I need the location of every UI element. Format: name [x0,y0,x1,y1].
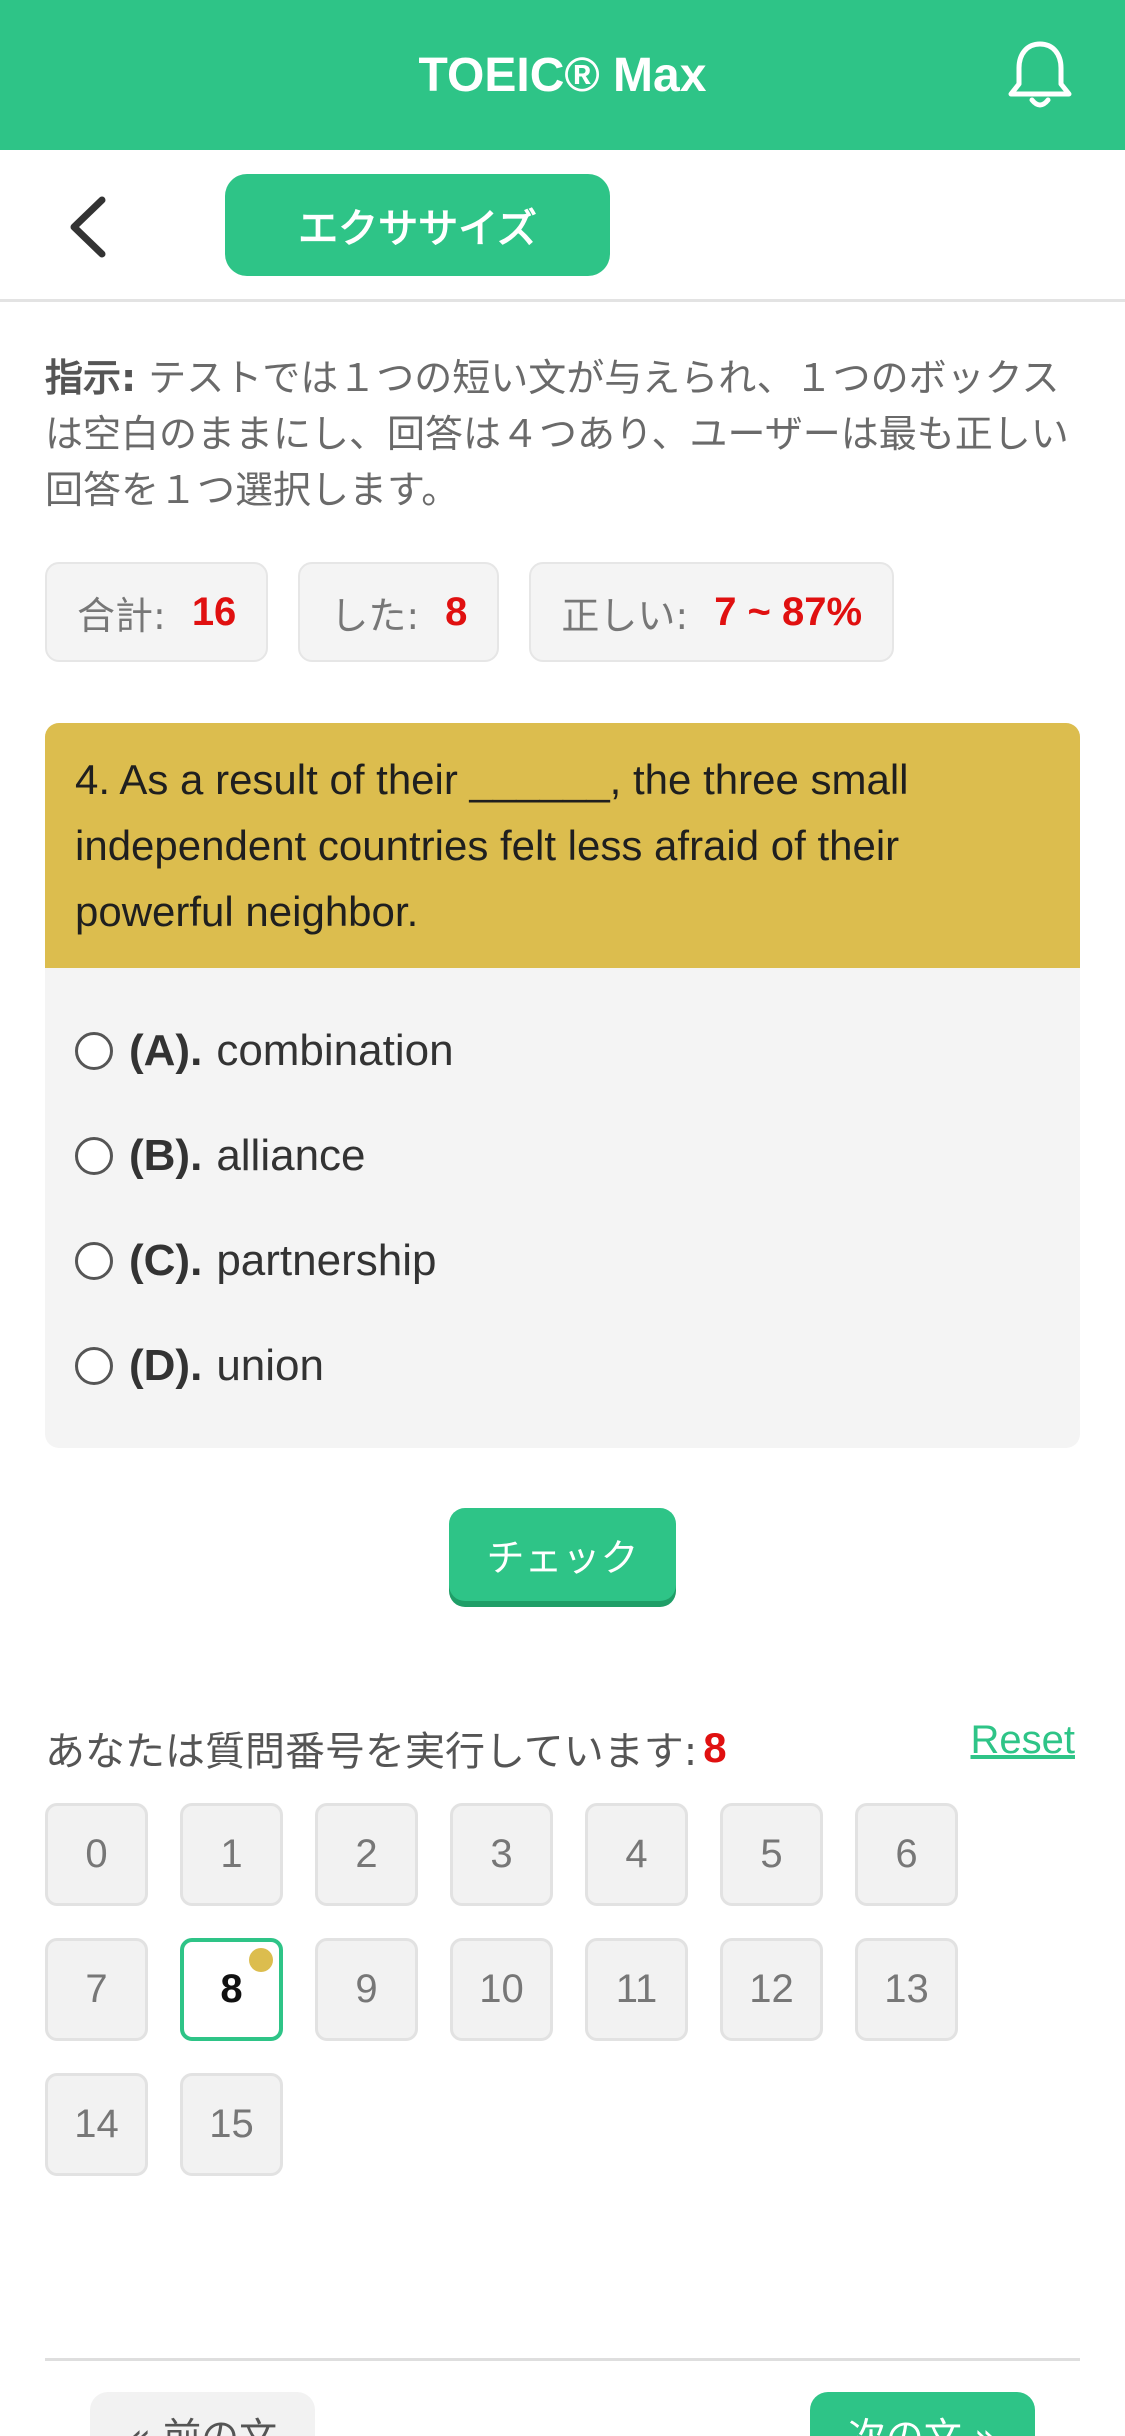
stat-total-value: 16 [191,589,237,634]
option-letter: (C). [129,1235,203,1285]
question-number-button[interactable]: 5 [720,1803,823,1906]
question-text: 4. As a result of their ______, the thre… [45,723,1080,968]
option-letter: (B). [129,1130,203,1180]
question-number-button[interactable]: 3 [450,1803,553,1906]
sub-navigation: エクササイズ [0,150,1125,302]
question-number-button[interactable]: 4 [585,1803,688,1906]
previous-sentence-button[interactable]: « 前の文 [90,2392,315,2436]
question-number-button[interactable]: 0 [45,1803,148,1906]
stat-done-label: した: [330,593,420,638]
next-sentence-button[interactable]: 次の文 » [810,2392,1035,2436]
stat-total-label: 合計: [77,593,166,638]
option-text: union [216,1340,324,1390]
app-header: TOEIC® Max [0,0,1125,150]
option-text: partnership [216,1235,437,1285]
question-card: 4. As a result of their ______, the thre… [45,723,1080,1448]
divider [45,2358,1080,2361]
option-b[interactable]: (B). alliance [75,1103,1050,1208]
stat-total: 合計: 16 [45,562,269,662]
question-number-button-current[interactable]: 8 [180,1938,283,2041]
question-number-button[interactable]: 1 [180,1803,283,1906]
progress-label: あなたは質問番号を実行しています: [45,1729,698,1775]
stat-correct-label: 正しい: [561,593,689,638]
stat-correct: 正しい: 7 ~ 87% [529,562,895,662]
question-number-button[interactable]: 9 [315,1938,418,2041]
question-number-label: 8 [220,1967,243,2011]
answer-options: (A). combination (B). alliance (C). part… [45,968,1080,1418]
radio-button[interactable] [75,1136,113,1175]
question-number-button[interactable]: 6 [855,1803,958,1906]
option-a[interactable]: (A). combination [75,998,1050,1103]
question-number-button[interactable]: 2 [315,1803,418,1906]
instructions-text: テストでは１つの短い文が与えられ、１つのボックスは空白のままにし、回答は４つあり… [45,356,1069,512]
stat-correct-value: 7 ~ 87% [714,589,863,634]
instructions: 指示: テストでは１つの短い文が与えられ、１つのボックスは空白のままにし、回答は… [45,350,1075,518]
chevron-left-icon[interactable] [62,192,118,262]
question-number-button[interactable]: 10 [450,1938,553,2041]
stat-done: した: 8 [298,562,500,662]
question-number-button[interactable]: 15 [180,2073,283,2176]
option-d[interactable]: (D). union [75,1313,1050,1418]
stat-done-value: 8 [445,589,468,634]
tab-exercise[interactable]: エクササイズ [225,174,610,276]
option-letter: (D). [129,1340,203,1390]
radio-button[interactable] [75,1241,113,1280]
option-c[interactable]: (C). partnership [75,1208,1050,1313]
option-text: alliance [216,1130,366,1180]
progress-indicator: あなたは質問番号を実行しています: 8 Reset [45,1718,1075,1778]
instructions-label: 指示: [45,356,137,400]
current-indicator-dot [249,1948,273,1972]
question-number-button[interactable]: 11 [585,1938,688,2041]
option-text: combination [216,1025,454,1075]
question-number-button[interactable]: 14 [45,2073,148,2176]
progress-current: 8 [703,1724,727,1771]
check-button[interactable]: チェック [449,1508,676,1601]
radio-button[interactable] [75,1346,113,1385]
option-letter: (A). [129,1025,203,1075]
question-number-button[interactable]: 13 [855,1938,958,2041]
app-title: TOEIC® Max [418,48,707,102]
radio-button[interactable] [75,1031,113,1070]
question-number-button[interactable]: 7 [45,1938,148,2041]
bell-icon[interactable] [1005,38,1075,112]
reset-link[interactable]: Reset [971,1718,1076,1763]
question-number-button[interactable]: 12 [720,1938,823,2041]
stats-row: 合計: 16 した: 8 正しい: 7 ~ 87% [45,562,895,662]
question-number-grid: 0 1 2 3 4 5 6 7 8 9 10 11 12 13 14 15 [45,1803,1045,2176]
